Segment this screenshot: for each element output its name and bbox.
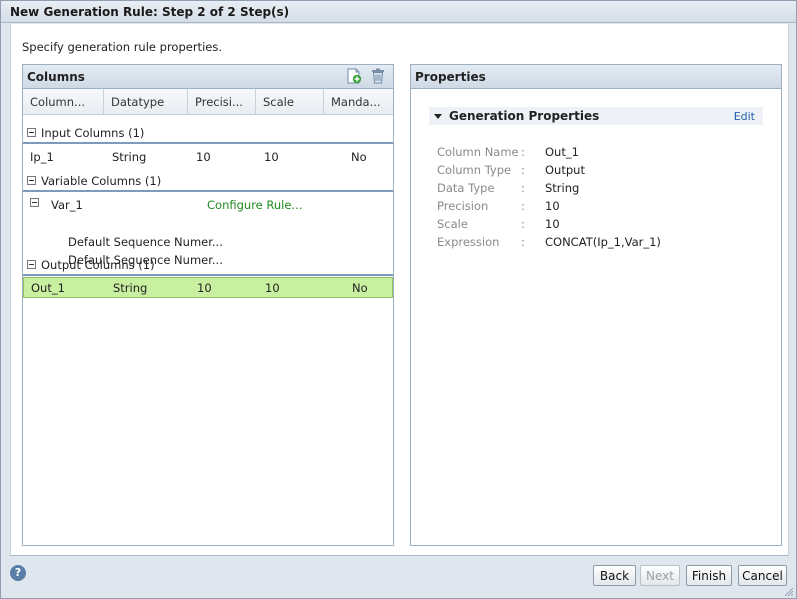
prop-value: Output (545, 163, 585, 177)
cell-name: Ip_1 (30, 150, 54, 164)
prop-value: Out_1 (545, 145, 579, 159)
collapse-icon[interactable] (27, 260, 36, 269)
input-columns-group[interactable]: Input Columns (1) (23, 122, 393, 144)
help-icon[interactable]: ? (10, 565, 26, 581)
instructions-text: Specify generation rule properties. (22, 40, 222, 54)
prop-value: String (545, 181, 580, 195)
cell-name: Var_1 (51, 198, 83, 212)
prop-label: Column Type (437, 163, 512, 177)
variable-columns-group[interactable]: Variable Columns (1) (23, 170, 393, 192)
table-row-input[interactable]: Ip_1 String 10 10 No (23, 146, 393, 167)
columns-panel: Columns Column... Datatype Precisi... Sc… (22, 64, 394, 546)
edit-link[interactable]: Edit (734, 110, 755, 123)
cell-scale: 10 (265, 281, 280, 295)
cell-mandatory: No (351, 150, 367, 164)
prop-value: 10 (545, 199, 560, 213)
columns-panel-header: Columns (23, 65, 393, 89)
cell-datatype: String (112, 150, 147, 164)
cancel-button[interactable]: Cancel (738, 565, 787, 586)
delete-icon[interactable] (370, 68, 386, 84)
header-precision[interactable]: Precisi... (188, 89, 256, 114)
generation-properties-header[interactable]: Generation Properties Edit (429, 107, 763, 125)
variable-columns-label: Variable Columns (1) (41, 174, 162, 188)
prop-value: 10 (545, 217, 560, 231)
header-datatype[interactable]: Datatype (104, 89, 188, 114)
prop-separator: : (521, 199, 525, 213)
dialog-window: New Generation Rule: Step 2 of 2 Step(s)… (0, 0, 797, 599)
cell-precision: 10 (197, 281, 212, 295)
prop-label: Precision (437, 199, 489, 213)
variable-subitem: Default Sequence Numer... (68, 235, 223, 249)
columns-panel-title: Columns (27, 70, 85, 84)
prop-separator: : (521, 145, 525, 159)
configure-rule-link[interactable]: Configure Rule... (207, 198, 302, 212)
variable-collapse[interactable] (30, 196, 44, 210)
header-mandatory[interactable]: Manda... (324, 89, 394, 114)
properties-panel-header: Properties (411, 65, 781, 89)
cell-mandatory: No (352, 281, 368, 295)
collapse-icon[interactable] (30, 198, 39, 207)
back-button[interactable]: Back (593, 565, 636, 586)
output-columns-label: Output Columns (1) (41, 258, 155, 272)
prop-separator: : (521, 217, 525, 231)
table-row-variable[interactable]: Var_1 Configure Rule... (23, 194, 393, 215)
prop-label: Data Type (437, 181, 495, 195)
collapse-icon[interactable] (27, 128, 36, 137)
column-headers: Column... Datatype Precisi... Scale Mand… (23, 89, 393, 115)
prop-label: Expression (437, 235, 500, 249)
prop-separator: : (521, 163, 525, 177)
table-row-output[interactable]: Out_1 String 10 10 No (23, 277, 393, 298)
cell-precision: 10 (196, 150, 211, 164)
collapse-icon[interactable] (27, 176, 36, 185)
finish-button[interactable]: Finish (686, 565, 732, 586)
prop-separator: : (521, 181, 525, 195)
header-scale[interactable]: Scale (256, 89, 324, 114)
header-column-name[interactable]: Column... (23, 89, 104, 114)
prop-separator: : (521, 235, 525, 249)
output-columns-group[interactable]: Output Columns (1) (23, 254, 393, 276)
add-column-icon[interactable] (346, 68, 362, 84)
prop-label: Column Name (437, 145, 519, 159)
input-columns-label: Input Columns (1) (41, 126, 145, 140)
properties-panel-title: Properties (415, 70, 486, 84)
cell-name: Out_1 (31, 281, 65, 295)
next-button: Next (640, 565, 680, 586)
cell-datatype: String (113, 281, 148, 295)
resize-grip-icon[interactable] (784, 586, 794, 597)
prop-value: CONCAT(Ip_1,Var_1) (545, 235, 661, 249)
dialog-content: Specify generation rule properties. Colu… (10, 24, 789, 556)
prop-label: Scale (437, 217, 468, 231)
generation-properties-title: Generation Properties (449, 109, 600, 123)
dialog-title: New Generation Rule: Step 2 of 2 Step(s) (1, 1, 796, 23)
cell-scale: 10 (264, 150, 279, 164)
collapse-triangle-icon[interactable] (434, 113, 442, 119)
properties-panel: Properties Generation Properties Edit Co… (410, 64, 782, 546)
